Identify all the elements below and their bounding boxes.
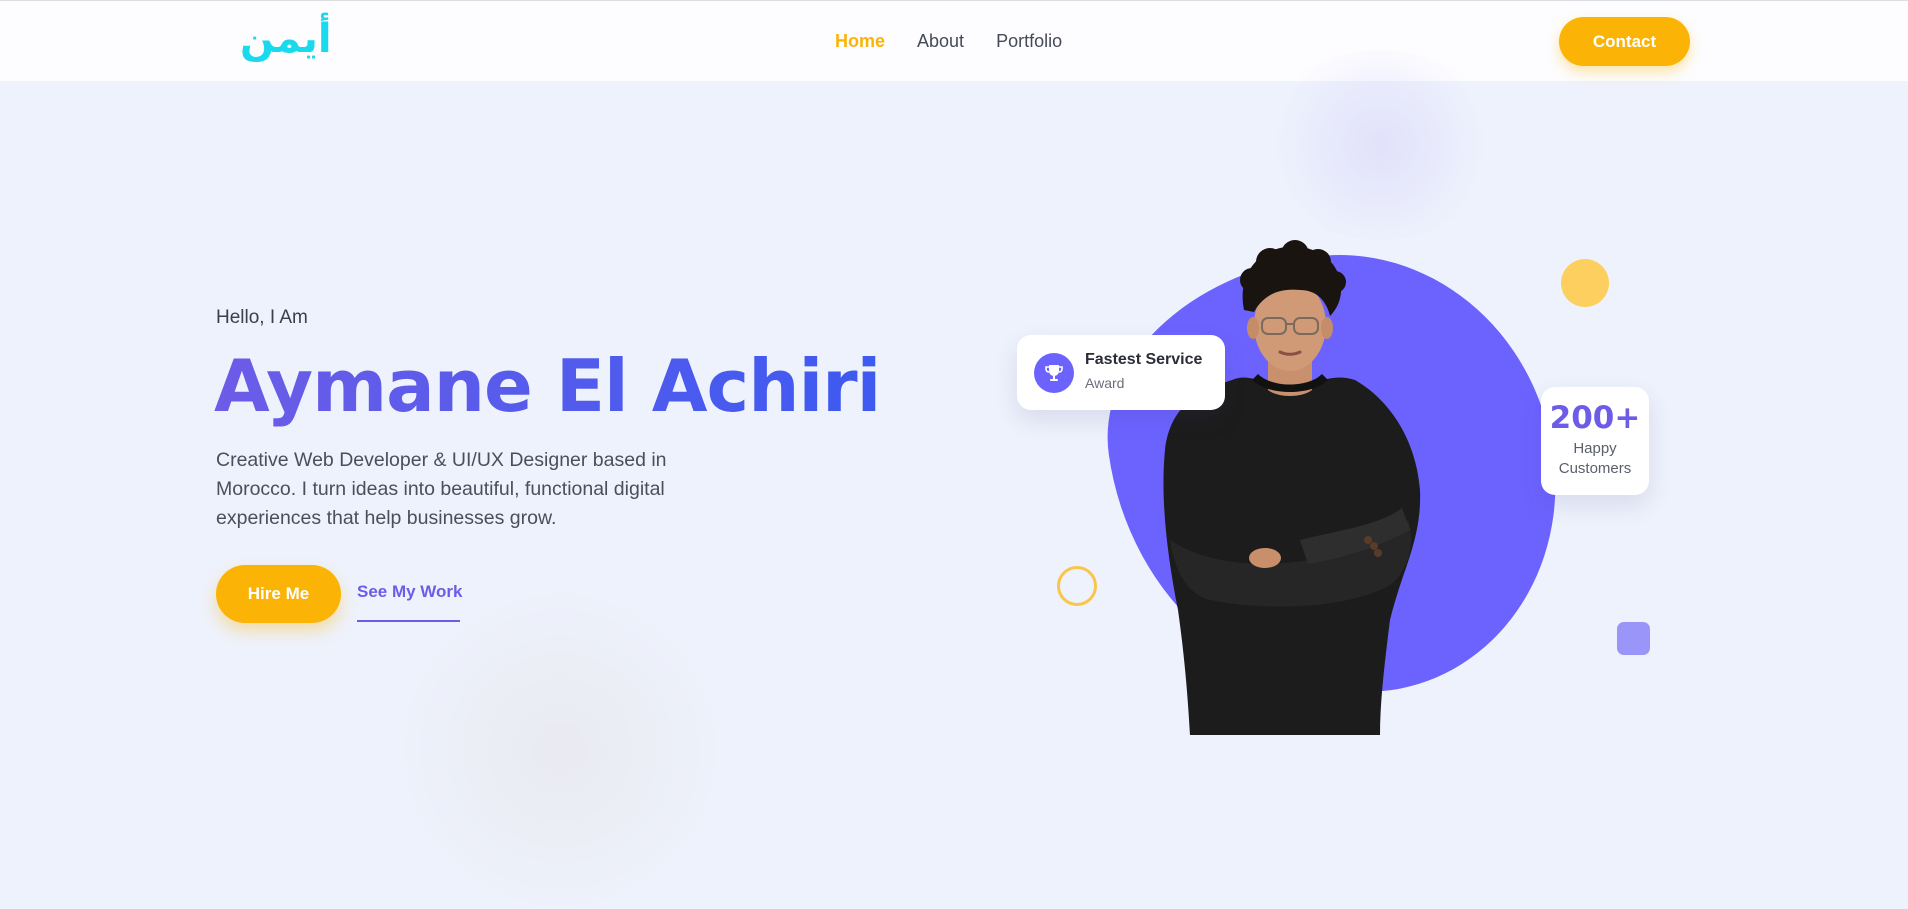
hero-greeting: Hello, I Am bbox=[216, 307, 308, 328]
background-glow bbox=[1260, 50, 1500, 240]
contact-button[interactable]: Contact bbox=[1559, 17, 1690, 66]
award-card: Fastest Service Award bbox=[1017, 335, 1225, 410]
decorative-ring bbox=[1057, 566, 1097, 606]
main-nav: Home About Portfolio bbox=[835, 29, 1062, 53]
nav-home[interactable]: Home bbox=[835, 29, 885, 53]
hero-description: Creative Web Developer & UI/UX Designer … bbox=[216, 449, 667, 529]
link-underline bbox=[357, 620, 460, 622]
site-header: أيمن Home About Portfolio Contact bbox=[0, 1, 1908, 81]
hero-name: Aymane El Achiri bbox=[214, 340, 881, 432]
decorative-square bbox=[1617, 622, 1650, 655]
customers-label-line2: Customers bbox=[1558, 460, 1632, 477]
award-title: Fastest Service bbox=[1085, 351, 1203, 368]
trophy-icon bbox=[1034, 353, 1074, 393]
customers-count: 200+ bbox=[1549, 400, 1641, 436]
award-subtitle: Award bbox=[1085, 375, 1125, 391]
decorative-dot bbox=[1561, 259, 1609, 307]
profile-photo bbox=[1163, 240, 1421, 735]
customers-card: 200+ Happy Customers bbox=[1541, 387, 1649, 495]
nav-about[interactable]: About bbox=[917, 29, 964, 53]
customers-label-line1: Happy bbox=[1573, 440, 1617, 457]
nav-portfolio[interactable]: Portfolio bbox=[996, 29, 1062, 53]
logo[interactable]: أيمن bbox=[240, 15, 332, 63]
see-my-work-link[interactable]: See My Work bbox=[357, 582, 463, 602]
customers-label: Happy Customers bbox=[1541, 439, 1649, 479]
hire-me-button[interactable]: Hire Me bbox=[216, 565, 341, 623]
background-glow bbox=[380, 590, 740, 909]
